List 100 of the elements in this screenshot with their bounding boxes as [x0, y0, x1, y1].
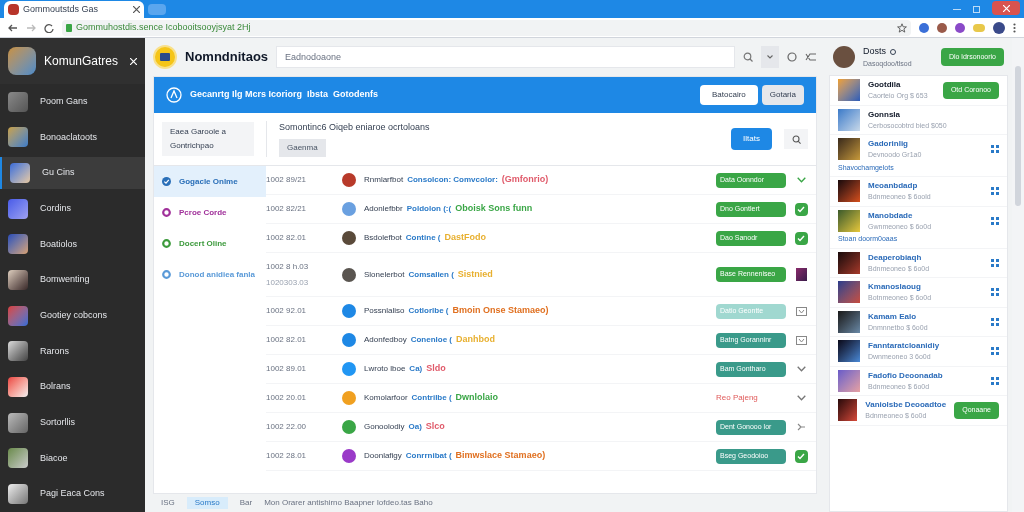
- sidebar-item[interactable]: Bolrans: [0, 371, 145, 404]
- sidebar-item[interactable]: Bomwenting: [0, 264, 145, 297]
- checkbox[interactable]: [794, 202, 808, 216]
- game-title: Manobdade: [868, 209, 914, 222]
- maximize-icon[interactable]: [973, 6, 980, 13]
- grid-icon[interactable]: [991, 216, 999, 225]
- grid-icon[interactable]: [991, 145, 999, 154]
- game-thumbnail: [8, 305, 28, 326]
- status-tag: Slco: [425, 420, 445, 434]
- filter-text: Eaea Garoole a: [170, 126, 228, 138]
- primary-button[interactable]: Batocairo: [699, 85, 758, 105]
- apply-button[interactable]: Iltats: [731, 128, 772, 150]
- window-icon[interactable]: [795, 306, 807, 316]
- search-icon[interactable]: [743, 52, 753, 62]
- filter-box[interactable]: Eaea Garoole a Gontrichpao: [162, 122, 254, 156]
- reset-button[interactable]: Gaenma: [279, 138, 326, 157]
- collapse-icon[interactable]: [796, 423, 806, 431]
- window-icon[interactable]: [795, 335, 807, 345]
- chevron-icon[interactable]: [796, 395, 806, 401]
- game-title: Vaniolsbe Deooadtoe: [865, 399, 947, 411]
- search-field[interactable]: Eadnodoaone: [276, 46, 735, 68]
- search-icon: [791, 134, 801, 144]
- grid-icon[interactable]: [991, 317, 999, 326]
- close-icon[interactable]: [133, 6, 140, 13]
- time-text: 1002 82.01: [266, 334, 308, 346]
- browser-tab[interactable]: Gommoutstds Gas: [4, 1, 144, 18]
- avatar: [342, 391, 356, 405]
- footer-tab[interactable]: Bar: [239, 497, 253, 509]
- game-thumbnail: [838, 369, 860, 392]
- filter-label: Gogacle Onlme: [179, 175, 238, 188]
- avatar: [342, 267, 356, 282]
- extension-icon[interactable]: [955, 22, 965, 33]
- checkbox[interactable]: [794, 449, 808, 463]
- time-text: 1020303.03: [266, 276, 310, 289]
- sidebar-title: KomunGatres: [44, 53, 120, 70]
- detail-text: Cotlorlbe (: [408, 305, 449, 317]
- status-filter[interactable]: Donod anidiea fanla: [154, 259, 266, 290]
- chevron-icon[interactable]: [796, 177, 806, 183]
- game-thumbnail: [10, 163, 30, 184]
- detail-text: Conrrnibat (: [405, 450, 452, 462]
- sidebar-item[interactable]: Bonoaclatoots: [0, 121, 145, 154]
- grid-icon[interactable]: [991, 347, 999, 356]
- game-thumbnail: [838, 340, 860, 363]
- game-thumbnail: [8, 341, 28, 362]
- sidebar-item[interactable]: Boatiolos: [0, 228, 145, 261]
- detail-text: Contine (: [405, 232, 441, 244]
- game-thumbnail: [838, 209, 860, 232]
- star-icon[interactable]: [897, 22, 907, 33]
- status-filter[interactable]: Gogacle Onlme: [154, 166, 266, 197]
- address-bar[interactable]: Gommuhostdis.sence Icobooitsooyjsyat 2Hj: [62, 19, 911, 36]
- sidebar-item[interactable]: Gu Cins: [0, 157, 145, 190]
- sidebar-item[interactable]: Poom Gans: [0, 85, 145, 118]
- sidebar-item[interactable]: Pagi Eaca Cons: [0, 478, 145, 511]
- close-window-button[interactable]: [992, 1, 1020, 15]
- game-thumbnail: [8, 484, 28, 505]
- grid-icon[interactable]: [991, 187, 999, 196]
- badge-icon: [166, 87, 182, 103]
- checkbox[interactable]: [794, 231, 808, 245]
- status-tag: Danhbod: [456, 333, 496, 347]
- filter-label: Pcroe Corde: [179, 206, 227, 219]
- grid-icon[interactable]: [991, 258, 999, 267]
- time-text: 1002 8 h.03: [266, 260, 310, 273]
- secondary-button[interactable]: Gotaria: [761, 85, 804, 105]
- back-icon[interactable]: [8, 22, 18, 33]
- user-name: Bsdolefbot: [364, 232, 402, 244]
- profile-avatar[interactable]: [993, 21, 1005, 34]
- user-name: Lwroto lboe: [364, 363, 406, 375]
- item-label: Gootiey cobcons: [40, 309, 108, 322]
- reload-icon[interactable]: [44, 22, 54, 33]
- extension-icon[interactable]: [937, 22, 947, 33]
- extension-icon[interactable]: [919, 22, 929, 33]
- item-label: Rarons: [40, 344, 69, 358]
- sidebar-item[interactable]: Gootiey cobcons: [0, 299, 145, 332]
- item-label: Bomwenting: [40, 273, 90, 287]
- status-filter[interactable]: Pcroe Corde: [154, 197, 266, 228]
- game-thumbnail: [8, 377, 28, 398]
- footer-tab[interactable]: Somso: [186, 497, 228, 509]
- grid-icon[interactable]: [991, 376, 999, 385]
- status-filter[interactable]: Docert Oline: [154, 228, 266, 259]
- grid-icon[interactable]: [991, 288, 999, 297]
- detail-text: Contrilbe (: [411, 392, 452, 404]
- menu-icon[interactable]: [1013, 22, 1016, 33]
- item-label: Pagi Eaca Cons: [40, 487, 105, 501]
- game-thumbnail: [8, 91, 28, 112]
- search-button[interactable]: [784, 129, 808, 149]
- sidebar-item[interactable]: Sortorllis: [0, 406, 145, 439]
- time-text: 1002 82.01: [266, 232, 308, 244]
- game-thumbnail: [8, 127, 28, 148]
- sidebar-item[interactable]: Rarons: [0, 335, 145, 368]
- circle-icon[interactable]: [787, 52, 797, 62]
- sidebar-item[interactable]: Cordins: [0, 192, 145, 225]
- game-title: Gadorinlig: [868, 138, 909, 150]
- footer-tab[interactable]: Mon Orarer antishirno Baapner Iofdeo.tas Baho: [264, 497, 433, 509]
- game-thumbnail: [838, 251, 860, 274]
- game-title: Kamam Ealo: [868, 310, 918, 323]
- sidebar-item[interactable]: Biacoe: [0, 442, 145, 475]
- footer-tab[interactable]: ISG: [161, 497, 175, 509]
- time-text: 1002 20.01: [266, 392, 308, 404]
- chevron-icon[interactable]: [796, 366, 806, 372]
- shuffle-icon[interactable]: [805, 52, 817, 62]
